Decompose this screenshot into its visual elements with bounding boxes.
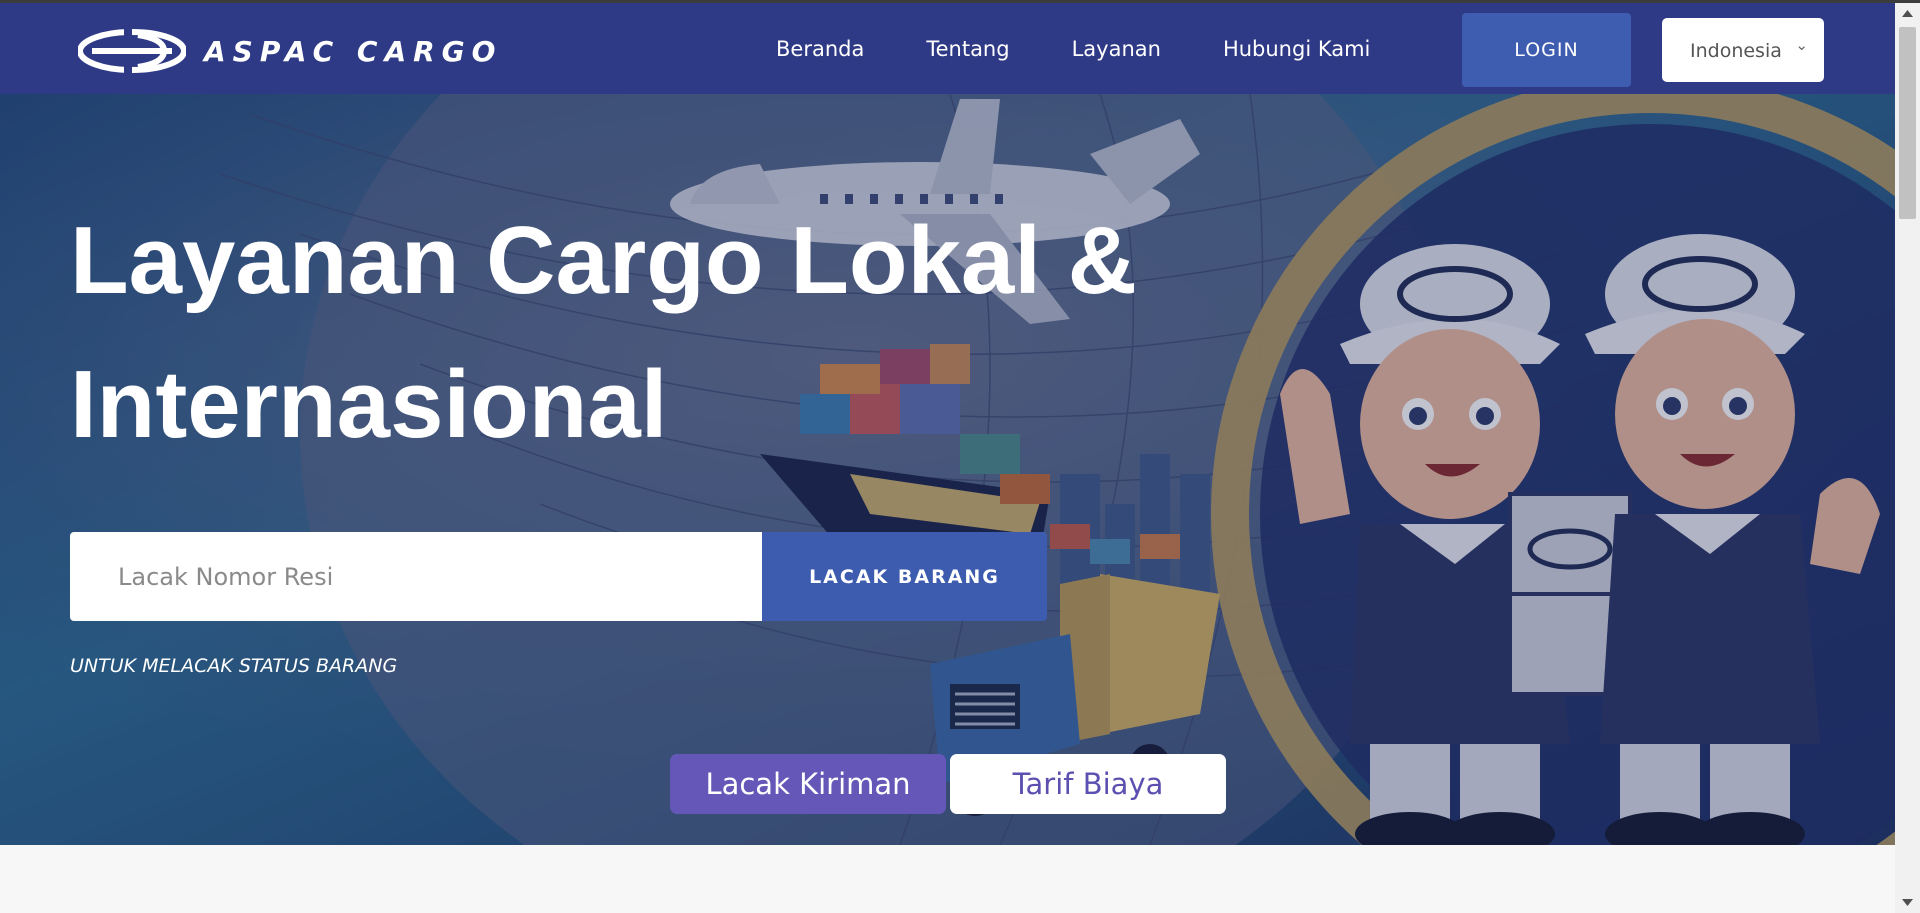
hero-title: Layanan Cargo Lokal & Internasional	[70, 207, 1137, 458]
navbar: ASPAC CARGO Beranda Tentang Layanan Hubu…	[0, 3, 1895, 94]
login-button[interactable]: LOGIN	[1462, 13, 1631, 87]
page-scrollbar[interactable]	[1895, 3, 1920, 913]
chevron-down-icon: ⌄	[1795, 36, 1808, 54]
main-nav: Beranda Tentang Layanan Hubungi Kami	[745, 3, 1401, 94]
nav-beranda[interactable]: Beranda	[776, 37, 864, 61]
brand-logo[interactable]: ASPAC CARGO	[78, 28, 502, 74]
page: ASPAC CARGO Beranda Tentang Layanan Hubu…	[0, 0, 1920, 913]
tracking-hint: UNTUK MELACAK STATUS BARANG	[70, 655, 398, 677]
tracking-number-input[interactable]	[70, 532, 762, 621]
scrollbar-thumb[interactable]	[1899, 27, 1916, 219]
hero-section: Layanan Cargo Lokal & Internasional LACA…	[0, 94, 1895, 845]
tab-tarif-biaya[interactable]: Tarif Biaya	[950, 754, 1226, 814]
nav-layanan[interactable]: Layanan	[1072, 37, 1161, 61]
scroll-up-arrow-icon[interactable]	[1895, 3, 1920, 25]
tab-lacak-kiriman[interactable]: Lacak Kiriman	[670, 754, 946, 814]
nav-tentang[interactable]: Tentang	[926, 37, 1009, 61]
language-selected-value: Indonesia	[1690, 40, 1782, 62]
language-select[interactable]: Indonesia ⌄	[1662, 18, 1824, 82]
aspac-logo-icon	[78, 29, 186, 73]
scroll-down-arrow-icon[interactable]	[1895, 891, 1920, 913]
nav-hubungi-kami[interactable]: Hubungi Kami	[1223, 37, 1370, 61]
tracking-form: LACAK BARANG	[70, 532, 1047, 621]
track-shipment-button[interactable]: LACAK BARANG	[762, 532, 1047, 621]
brand-name: ASPAC CARGO	[204, 34, 503, 68]
